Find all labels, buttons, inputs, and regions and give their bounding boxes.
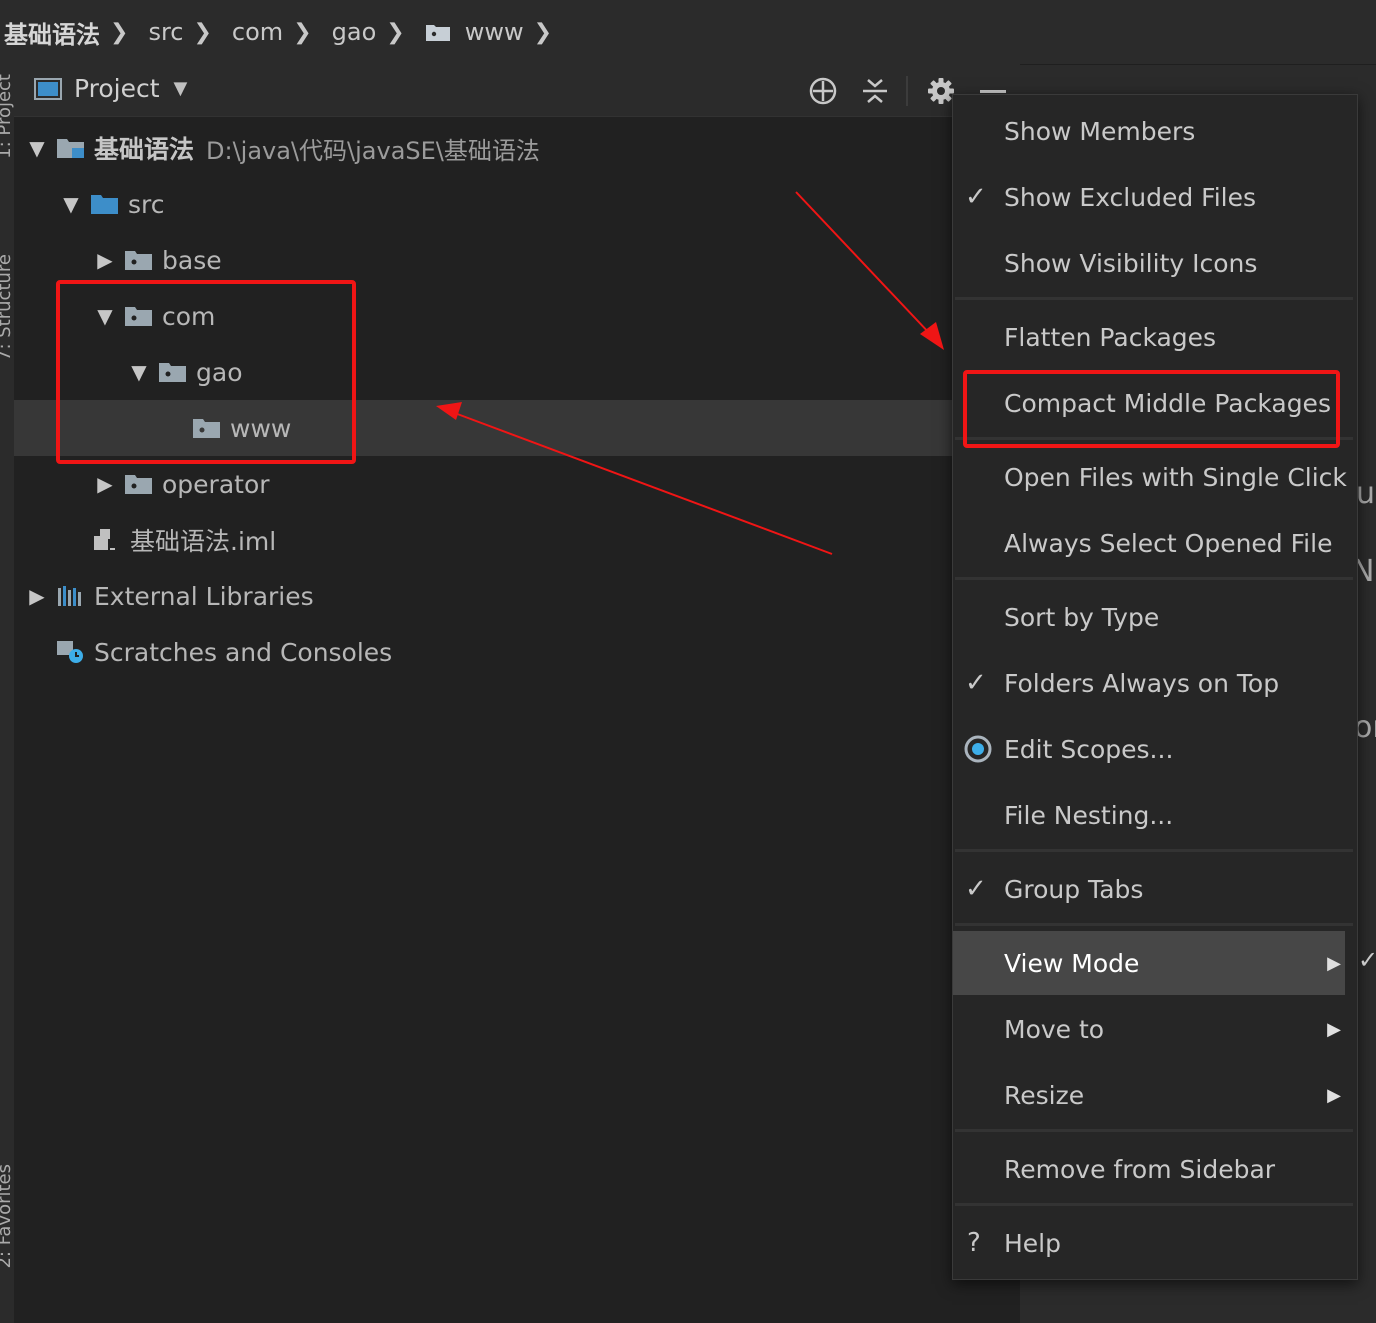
annotation-arrows [436,191,944,555]
annotation-arrow-to-tree [436,402,833,555]
annotation-arrow-to-menu [795,191,944,350]
